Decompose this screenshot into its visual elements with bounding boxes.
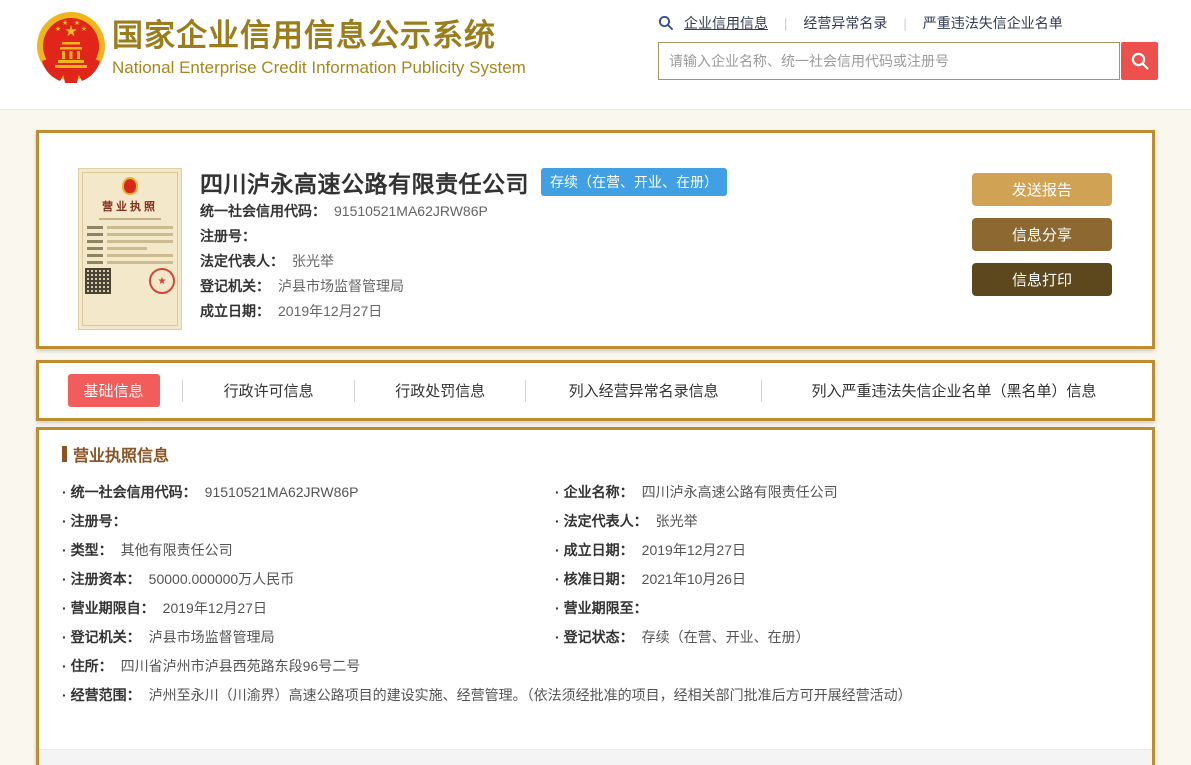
- license-caption: 营业执照: [85, 198, 175, 214]
- print-info-button[interactable]: 信息打印: [972, 263, 1112, 296]
- company-name: 四川泸永高速公路有限责任公司: [200, 165, 529, 199]
- tabs-card: 基础信息 行政许可信息 行政处罚信息 列入经营异常名录信息 列入严重违法失信企业…: [36, 360, 1155, 421]
- field-registration-number: 注册号：: [200, 224, 488, 249]
- site-title-zh: 国家企业信用信息公示系统: [112, 17, 526, 55]
- company-summary-card: 营业执照 ★ 四川泸永高速公路有限责任公司 存续（在营、开业、在册） 统一社会信…: [36, 130, 1155, 349]
- site-title-en: National Enterprise Credit Information P…: [112, 58, 526, 78]
- info-term-start: ·营业期限自：2019年12月27日: [62, 594, 547, 623]
- section-title-bar: [62, 446, 67, 462]
- info-registration-number: ·注册号：: [62, 507, 547, 536]
- nav-separator: |: [903, 16, 906, 31]
- nav-link-enterprise-credit[interactable]: 企业信用信息: [682, 13, 770, 33]
- license-emblem-icon: [122, 177, 138, 195]
- license-seal-icon: ★: [149, 268, 175, 294]
- search-button[interactable]: [1121, 42, 1158, 80]
- license-qr-code: [85, 268, 111, 294]
- tab-administrative-penalty[interactable]: 行政处罚信息: [381, 375, 499, 406]
- tab-basic-info[interactable]: 基础信息: [68, 374, 160, 407]
- info-establishment-date: ·成立日期：2019年12月27日: [555, 536, 1152, 565]
- info-address: ·住所：四川省泸州市泸县西苑路东段96号二号: [62, 652, 1152, 681]
- search-icon: [1130, 51, 1150, 71]
- nav-separator: |: [784, 16, 787, 31]
- info-registered-capital: ·注册资本：50000.000000万人民币: [62, 565, 547, 594]
- svg-text:★: ★: [81, 25, 87, 33]
- info-legal-representative: ·法定代表人：张光举: [555, 507, 1152, 536]
- info-registration-authority: ·登记机关：泸县市场监督管理局: [62, 623, 547, 652]
- header-search-area: 企业信用信息 | 经营异常名录 | 严重违法失信企业名单: [658, 12, 1156, 80]
- svg-text:★: ★: [74, 19, 80, 27]
- info-credit-code: ·统一社会信用代码：91510521MA62JRW86P: [62, 478, 547, 507]
- field-credit-code: 统一社会信用代码：91510521MA62JRW86P: [200, 199, 488, 224]
- site-title-block: 国家企业信用信息公示系统 National Enterprise Credit …: [112, 17, 526, 78]
- info-approval-date: ·核准日期：2021年10月26日: [555, 565, 1152, 594]
- share-info-button[interactable]: 信息分享: [972, 218, 1112, 251]
- header-nav: 企业信用信息 | 经营异常名录 | 严重违法失信企业名单: [658, 12, 1156, 34]
- info-company-type: ·类型：其他有限责任公司: [62, 536, 547, 565]
- svg-text:★: ★: [62, 19, 68, 27]
- info-business-scope: ·经营范围：泸州至永川（川渝界）高速公路项目的建设实施、经营管理。（依法须经批准…: [62, 681, 1152, 710]
- info-term-end: ·营业期限至：: [555, 594, 1152, 623]
- site-header: ★ ★ ★ ★ ★ 国家企业信用信息公示系统 National Enterpri…: [0, 0, 1191, 110]
- card-footer-strip: [39, 749, 1152, 765]
- nav-link-serious-violation-list[interactable]: 严重违法失信企业名单: [921, 13, 1065, 33]
- info-company-name: ·企业名称：四川泸永高速公路有限责任公司: [555, 478, 1152, 507]
- field-establishment-date: 成立日期：2019年12月27日: [200, 299, 488, 324]
- nav-link-abnormal-operations[interactable]: 经营异常名录: [801, 13, 889, 33]
- tab-abnormal-operations-list[interactable]: 列入经营异常名录信息: [555, 375, 733, 406]
- field-registration-authority: 登记机关：泸县市场监督管理局: [200, 274, 488, 299]
- company-summary-fields: 统一社会信用代码：91510521MA62JRW86P 注册号： 法定代表人：张…: [200, 199, 488, 324]
- tab-blacklist[interactable]: 列入严重违法失信企业名单（黑名单）信息: [798, 375, 1111, 406]
- license-info-card: 营业执照信息 ·统一社会信用代码：91510521MA62JRW86P ·注册号…: [36, 427, 1155, 765]
- status-badge: 存续（在营、开业、在册）: [541, 168, 727, 196]
- business-license-image[interactable]: 营业执照 ★: [78, 168, 182, 330]
- section-title: 营业执照信息: [73, 442, 169, 466]
- send-report-button[interactable]: 发送报告: [972, 173, 1112, 206]
- info-registration-status: ·登记状态：存续（在营、开业、在册）: [555, 623, 1152, 652]
- search-input[interactable]: [658, 42, 1120, 80]
- svg-text:★: ★: [55, 25, 61, 33]
- national-emblem-icon: ★ ★ ★ ★ ★: [34, 11, 108, 87]
- field-legal-representative: 法定代表人：张光举: [200, 249, 488, 274]
- site-logo[interactable]: ★ ★ ★ ★ ★: [34, 11, 108, 87]
- search-icon: [658, 15, 674, 31]
- tab-administrative-licensing[interactable]: 行政许可信息: [210, 375, 328, 406]
